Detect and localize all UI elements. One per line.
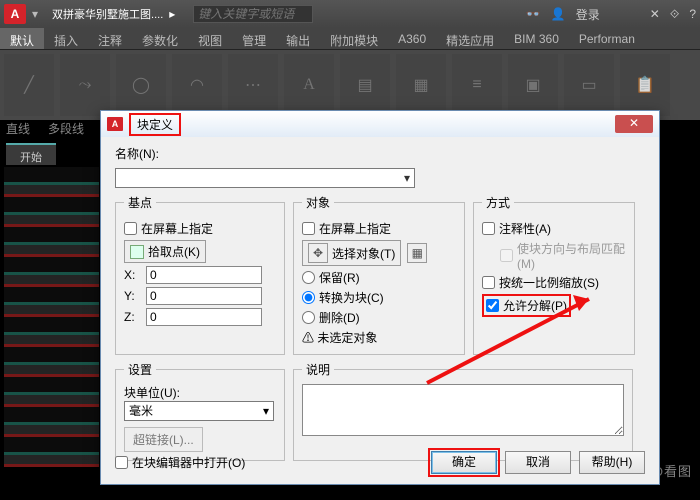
basepoint-group: 基点 在屏幕上指定 拾取点(K) X: Y: Z: [115,194,285,355]
app-titlebar: A ▾ 双拼豪华别墅施工图.... ▸ 👓 👤 登录 ✕ ⟐ ? [0,0,700,28]
cancel-button[interactable]: 取消 [505,451,571,474]
uniform-scale-checkbox[interactable] [482,276,495,289]
block-definition-dialog: A 块定义 ✕ 名称(N): 基点 在屏幕上指定 拾取点(K) X: Y: Z:… [100,110,660,485]
ribbon-labels: 直线多段线 [6,120,84,137]
y-input[interactable] [146,287,262,305]
base-specify-checkbox[interactable] [124,222,137,235]
allow-explode-checkbox[interactable] [486,299,499,312]
exchange-icon[interactable]: ✕ [650,7,660,21]
select-icon: ✥ [308,243,328,263]
name-combobox[interactable] [115,168,415,188]
tool-block-icon[interactable]: ▦ [396,54,446,116]
tool-utils-icon[interactable]: ▭ [564,54,614,116]
object-legend: 对象 [302,194,334,211]
tab-view[interactable]: 视图 [188,28,232,49]
description-group: 说明 [293,361,633,461]
settings-group: 设置 块单位(U): 毫米 超链接(L)... [115,361,285,461]
convert-radio[interactable] [302,291,315,304]
search-icon[interactable]: 👓 [526,7,541,21]
tool-arc-icon[interactable]: ◠ [172,54,222,116]
pick-point-icon [130,245,144,259]
name-label: 名称(N): [115,145,159,162]
retain-radio[interactable] [302,271,315,284]
dialog-title: 块定义 [129,113,181,136]
match-orientation-checkbox [500,249,513,262]
settings-legend: 设置 [124,361,156,378]
drawing-content [4,167,99,467]
object-group: 对象 在屏幕上指定 ✥选择对象(T) ▦ 保留(R) 转换为块(C) 删除(D)… [293,194,465,355]
tool-props-icon[interactable]: ≡ [452,54,502,116]
unit-combobox[interactable]: 毫米 [124,401,274,421]
tool-group-icon[interactable]: ▣ [508,54,558,116]
obj-specify-checkbox[interactable] [302,222,315,235]
x-input[interactable] [146,266,262,284]
tab-addons[interactable]: 附加模块 [320,28,388,49]
ribbon-tabs: 默认 插入 注释 参数化 视图 管理 输出 附加模块 A360 精选应用 BIM… [0,28,700,50]
open-editor-label: 在块编辑器中打开(O) [132,454,245,471]
tool-layers-icon[interactable]: ▤ [340,54,390,116]
app-menu-dropdown[interactable]: ▾ [32,7,38,21]
tab-default[interactable]: 默认 [0,28,44,49]
hyperlink-button[interactable]: 超链接(L)... [124,427,203,452]
tool-text-icon[interactable]: A [284,54,334,116]
delete-radio[interactable] [302,311,315,324]
tab-output[interactable]: 输出 [276,28,320,49]
help-icon[interactable]: ? [689,7,696,21]
tool-line-icon[interactable]: ╱ [4,54,54,116]
tab-parametric[interactable]: 参数化 [132,28,188,49]
tool-circle-icon[interactable]: ◯ [116,54,166,116]
mode-legend: 方式 [482,194,514,211]
tab-insert[interactable]: 插入 [44,28,88,49]
doc-dropdown-icon[interactable]: ▸ [169,7,175,21]
quickselect-button[interactable]: ▦ [407,243,427,263]
mode-group: 方式 注释性(A) 使块方向与布局匹配(M) 按统一比例缩放(S) 允许分解(P… [473,194,635,355]
unit-label: 块单位(U): [124,384,276,401]
select-objects-button[interactable]: ✥选择对象(T) [302,240,401,266]
login-link[interactable]: 登录 [576,6,600,23]
tab-manage[interactable]: 管理 [232,28,276,49]
document-title: 双拼豪华别墅施工图.... [52,6,163,22]
tab-bim360[interactable]: BIM 360 [504,28,569,49]
tab-a360[interactable]: A360 [388,28,436,49]
tool-clipboard-icon[interactable]: 📋 [620,54,670,116]
annotative-checkbox[interactable] [482,222,495,235]
tab-performance[interactable]: Performan [569,28,645,49]
ok-button[interactable]: 确定 [431,451,497,474]
tool-polyline-icon[interactable]: ⤳ [60,54,110,116]
allow-explode-highlight: 允许分解(P) [482,294,571,317]
tool-misc-icon[interactable]: ⋯ [228,54,278,116]
pick-point-button[interactable]: 拾取点(K) [124,240,206,263]
no-selection-warning: ⚠ 未选定对象 [302,329,456,346]
help-button[interactable]: 帮助(H) [579,451,645,474]
dialog-logo-icon: A [107,117,123,131]
tab-featured[interactable]: 精选应用 [436,28,504,49]
description-legend: 说明 [302,361,334,378]
close-button[interactable]: ✕ [615,115,653,133]
description-textarea[interactable] [302,384,624,436]
z-input[interactable] [146,308,262,326]
basepoint-legend: 基点 [124,194,156,211]
tab-annotate[interactable]: 注释 [88,28,132,49]
app-logo-icon: A [4,4,26,24]
dialog-titlebar: A 块定义 ✕ [101,111,659,137]
user-icon[interactable]: 👤 [551,7,566,21]
share-icon[interactable]: ⟐ [670,7,679,22]
open-editor-checkbox[interactable] [115,456,128,469]
search-input[interactable] [193,5,313,23]
